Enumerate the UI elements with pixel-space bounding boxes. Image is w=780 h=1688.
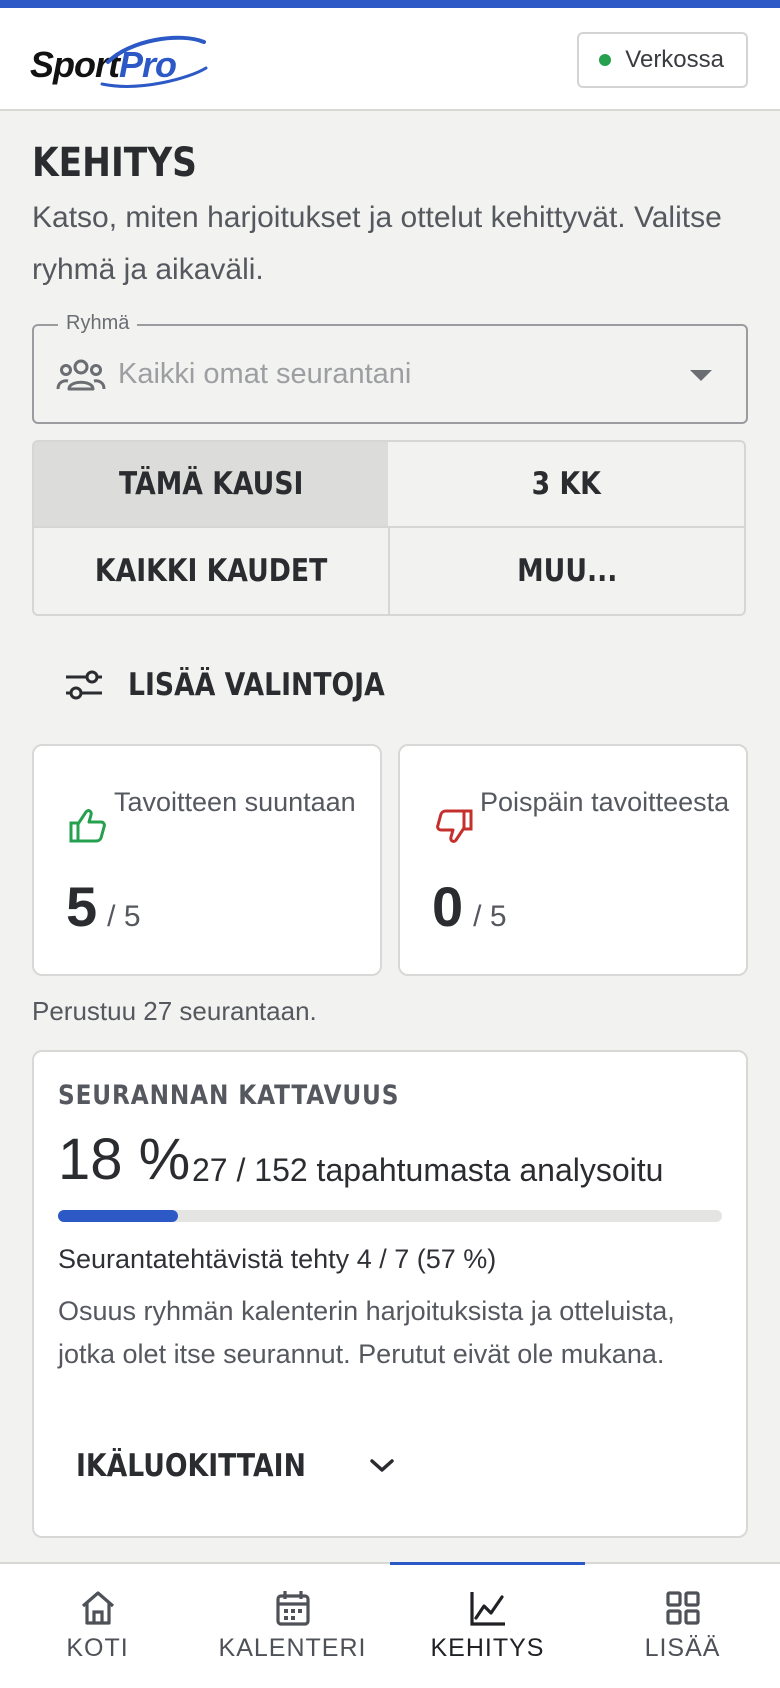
group-select-label: Ryhmä xyxy=(58,312,138,335)
coverage-count: 27 / 152 tapahtumasta analysoitu xyxy=(192,1152,664,1188)
stat-away-total: / 5 xyxy=(473,900,507,933)
online-status-chip[interactable]: Verkossa xyxy=(577,32,748,88)
caret-down-icon xyxy=(690,370,712,381)
page-description: Katso, miten harjoitukset ja ottelut keh… xyxy=(32,201,722,286)
top-accent-bar xyxy=(0,0,780,8)
nav-progress-label: KEHITYS xyxy=(430,1634,545,1662)
chevron-down-icon xyxy=(370,1459,395,1472)
stat-card-toward-goal[interactable]: Tavoitteen suuntaan 5 / 5 xyxy=(32,744,382,976)
coverage-percent: 18 % xyxy=(58,1127,191,1192)
nav-progress[interactable]: KEHITYS xyxy=(390,1562,585,1688)
nav-calendar[interactable]: KALENTERI xyxy=(195,1564,390,1688)
stat-toward-label: Tavoitteen suuntaan xyxy=(114,787,356,817)
group-select-value: Kaikki omat seurantani xyxy=(118,358,412,390)
nav-home-label: KOTI xyxy=(66,1634,129,1662)
stat-toward-number: 5 xyxy=(66,875,98,938)
group-people-icon xyxy=(56,359,106,391)
period-selector: TÄMÄ KAUSI 3 KK KAIKKI KAUDET MUU... xyxy=(32,440,748,616)
more-options-label: LISÄÄ VALINTOJA xyxy=(128,667,385,703)
chart-icon xyxy=(469,1592,505,1626)
home-icon xyxy=(81,1591,114,1625)
online-dot-icon xyxy=(599,54,612,66)
nav-calendar-label: KALENTERI xyxy=(218,1634,367,1662)
grid-icon xyxy=(665,1591,700,1625)
group-select[interactable]: Ryhmä Kaikki omat seurantani xyxy=(32,312,748,424)
coverage-progress-bar xyxy=(58,1210,722,1222)
page-title: KEHITYS xyxy=(32,140,197,186)
logo-swoosh-icon xyxy=(100,35,208,88)
stat-away-value: 0 / 5 xyxy=(432,874,507,939)
coverage-description: Osuus ryhmän kalenterin harjoituksista j… xyxy=(58,1296,675,1369)
thumbs-down-icon xyxy=(436,809,473,843)
by-age-group-label: IKÄLUOKITTAIN xyxy=(76,1448,306,1484)
stat-toward-total: / 5 xyxy=(107,900,141,933)
filter-sliders-icon xyxy=(66,670,102,700)
period-all-seasons[interactable]: KAIKKI KAUDET xyxy=(32,528,390,616)
by-age-group-toggle[interactable]: IKÄLUOKITTAIN xyxy=(76,1448,395,1484)
coverage-progress-fill xyxy=(58,1210,178,1222)
stat-away-number: 0 xyxy=(432,875,464,938)
nav-home[interactable]: KOTI xyxy=(0,1564,195,1688)
bottom-navigation: KOTI KALENTERI KEHITYS LISÄÄ xyxy=(0,1562,780,1688)
calendar-icon xyxy=(275,1591,310,1626)
period-3-months[interactable]: 3 KK xyxy=(388,440,746,528)
coverage-title: SEURANNAN KATTAVUUS xyxy=(58,1080,400,1111)
nav-more-label: LISÄÄ xyxy=(644,1634,721,1662)
coverage-tasks: Seurantatehtävistä tehty 4 / 7 (57 %) xyxy=(58,1244,497,1274)
period-other[interactable]: MUU... xyxy=(388,528,746,616)
online-status-label: Verkossa xyxy=(625,46,724,73)
more-options-button[interactable]: LISÄÄ VALINTOJA xyxy=(64,662,427,708)
period-this-season[interactable]: TÄMÄ KAUSI xyxy=(32,440,390,528)
nav-more[interactable]: LISÄÄ xyxy=(585,1564,780,1688)
stat-toward-value: 5 / 5 xyxy=(66,874,141,939)
based-on-text: Perustuu 27 seurantaan. xyxy=(32,996,317,1026)
stat-away-label: Poispäin tavoitteesta xyxy=(480,787,730,817)
sportpro-logo[interactable]: SportPro xyxy=(30,35,208,94)
app-header: SportPro Verkossa xyxy=(0,8,780,111)
coverage-card: SEURANNAN KATTAVUUS 18 % 27 / 152 tapaht… xyxy=(32,1050,748,1538)
stat-card-away-from-goal[interactable]: Poispäin tavoitteesta 0 / 5 xyxy=(398,744,748,976)
thumbs-up-icon xyxy=(69,809,106,843)
